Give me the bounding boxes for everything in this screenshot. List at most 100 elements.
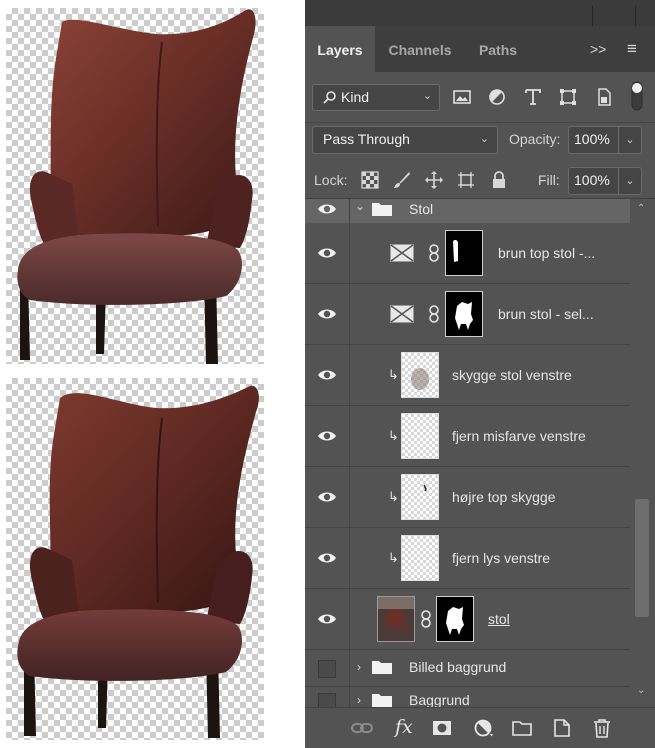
scrollbar-thumb[interactable]	[635, 499, 649, 617]
layer-name[interactable]: Stol	[409, 201, 433, 217]
layer-row[interactable]: ↳ fjern misfarve venstre	[305, 406, 630, 467]
shape-filter-icon[interactable]	[558, 87, 578, 107]
layer-name[interactable]: brun top stol -...	[498, 245, 595, 261]
add-mask-icon[interactable]	[431, 718, 453, 738]
lock-image-pixels-icon[interactable]	[393, 171, 411, 189]
layer-row[interactable]: › Baggrund	[305, 687, 630, 707]
chevron-right-icon[interactable]: ›	[357, 693, 361, 707]
collapse-panel-icon[interactable]: >>	[590, 41, 606, 57]
layer-thumbnail[interactable]	[401, 413, 439, 459]
new-adjustment-icon[interactable]	[472, 718, 494, 738]
chevron-down-icon[interactable]: ⌄	[355, 199, 365, 213]
layer-mask-thumbnail[interactable]	[436, 596, 474, 642]
tab-layers[interactable]: Layers	[305, 26, 375, 72]
layers-scrollbar[interactable]: ⌃ ⌄	[630, 199, 655, 707]
eye-icon[interactable]	[317, 429, 337, 443]
panel-menu-icon[interactable]: ≡	[627, 39, 637, 59]
eye-icon[interactable]	[317, 307, 337, 321]
filter-kind-select[interactable]: Kind ⌄	[312, 84, 440, 111]
lock-fill-row: Lock: Fill: 100% ⌄	[305, 162, 655, 199]
eye-icon[interactable]	[317, 612, 337, 626]
layer-mask-thumbnail[interactable]	[445, 230, 483, 276]
lock-position-icon[interactable]	[425, 171, 443, 189]
blend-mode-select[interactable]: Pass Through ⌄	[312, 126, 498, 154]
layer-thumbnail[interactable]	[401, 352, 439, 398]
scroll-down-icon[interactable]: ⌄	[637, 685, 645, 696]
type-filter-icon[interactable]	[523, 87, 543, 107]
link-layers-icon[interactable]	[351, 718, 373, 738]
layer-thumbnail[interactable]	[401, 474, 439, 520]
layer-name[interactable]: brun stol - sel...	[498, 306, 594, 322]
chair-image-before	[17, 9, 256, 364]
layer-name[interactable]: højre top skygge	[452, 489, 556, 505]
visibility-cell[interactable]	[305, 284, 350, 344]
visibility-cell[interactable]	[305, 199, 350, 223]
eye-icon[interactable]	[317, 551, 337, 565]
layer-name[interactable]: skygge stol venstre	[452, 367, 572, 383]
layer-mask-thumbnail[interactable]	[445, 291, 483, 337]
layer-thumbnail[interactable]	[377, 596, 415, 642]
fx-icon[interactable]: fx	[395, 716, 413, 738]
new-layer-icon[interactable]	[551, 718, 573, 738]
layer-name[interactable]: Billed baggrund	[409, 659, 506, 675]
filter-toggle-icon[interactable]	[631, 81, 643, 111]
visibility-toggle[interactable]	[318, 660, 336, 678]
folder-icon	[372, 694, 392, 707]
layers-bottom-toolbar: fx	[305, 707, 655, 748]
visibility-cell[interactable]	[305, 589, 350, 649]
lock-all-icon[interactable]	[490, 171, 508, 189]
chevron-right-icon[interactable]: ›	[357, 660, 361, 674]
layer-row[interactable]: ↳ højre top skygge	[305, 467, 630, 528]
visibility-cell[interactable]	[305, 467, 350, 527]
blend-opacity-row: Pass Through ⌄ Opacity: 100% ⌄	[305, 122, 655, 159]
visibility-cell[interactable]	[305, 687, 350, 707]
smart-object-filter-icon[interactable]	[594, 87, 614, 107]
layer-name[interactable]: stol	[488, 611, 510, 627]
layer-row[interactable]: ↳ fjern lys venstre	[305, 528, 630, 589]
chevron-down-icon[interactable]: ⌄	[618, 127, 641, 153]
visibility-cell[interactable]	[305, 650, 350, 686]
eye-icon[interactable]	[317, 202, 337, 216]
layer-row[interactable]: ⌄ Stol	[305, 199, 630, 224]
folder-icon	[372, 661, 392, 674]
chain-link-icon[interactable]	[421, 610, 431, 628]
canvas-preview-after	[6, 378, 264, 740]
visibility-cell[interactable]	[305, 528, 350, 588]
fill-field[interactable]: 100% ⌄	[568, 167, 642, 195]
layer-row[interactable]: stol	[305, 589, 630, 650]
chain-link-icon[interactable]	[429, 244, 439, 262]
lock-transparent-pixels-icon[interactable]	[361, 171, 379, 189]
layer-row[interactable]: ↳ skygge stol venstre	[305, 345, 630, 406]
tab-channels[interactable]: Channels	[377, 26, 463, 72]
layer-name[interactable]: fjern lys venstre	[452, 550, 550, 566]
layer-thumbnail[interactable]	[401, 535, 439, 581]
image-filter-icon[interactable]	[452, 87, 472, 107]
layer-name[interactable]: fjern misfarve venstre	[452, 428, 586, 444]
eye-icon[interactable]	[317, 368, 337, 382]
new-group-icon[interactable]	[511, 718, 533, 738]
visibility-cell[interactable]	[305, 406, 350, 466]
layer-name[interactable]: Baggrund	[409, 692, 470, 707]
layer-row[interactable]: › Billed baggrund	[305, 650, 630, 687]
delete-layer-icon[interactable]	[591, 718, 613, 738]
scroll-up-icon[interactable]: ⌃	[637, 203, 645, 214]
eye-icon[interactable]	[317, 246, 337, 260]
visibility-toggle[interactable]	[318, 693, 336, 707]
layer-row[interactable]: brun stol - sel...	[305, 284, 630, 345]
layer-row[interactable]: brun top stol -...	[305, 223, 630, 284]
visibility-cell[interactable]	[305, 223, 350, 283]
adjustment-filter-icon[interactable]	[487, 87, 507, 107]
tab-paths[interactable]: Paths	[465, 26, 531, 72]
layers-list: ⌄ Stol brun top stol -... brun stol - se…	[305, 199, 630, 707]
eye-icon[interactable]	[317, 490, 337, 504]
filter-kind-label: Kind	[341, 89, 370, 105]
chevron-down-icon: ⌄	[422, 90, 432, 102]
adjustment-layer-icon	[390, 305, 414, 323]
visibility-cell[interactable]	[305, 345, 350, 405]
opacity-field[interactable]: 100% ⌄	[568, 126, 642, 154]
opacity-label: Opacity:	[509, 131, 561, 147]
lock-artboard-icon[interactable]	[457, 171, 475, 189]
chain-link-icon[interactable]	[429, 305, 439, 323]
chevron-down-icon[interactable]: ⌄	[618, 168, 641, 194]
opacity-value: 100%	[574, 131, 610, 147]
